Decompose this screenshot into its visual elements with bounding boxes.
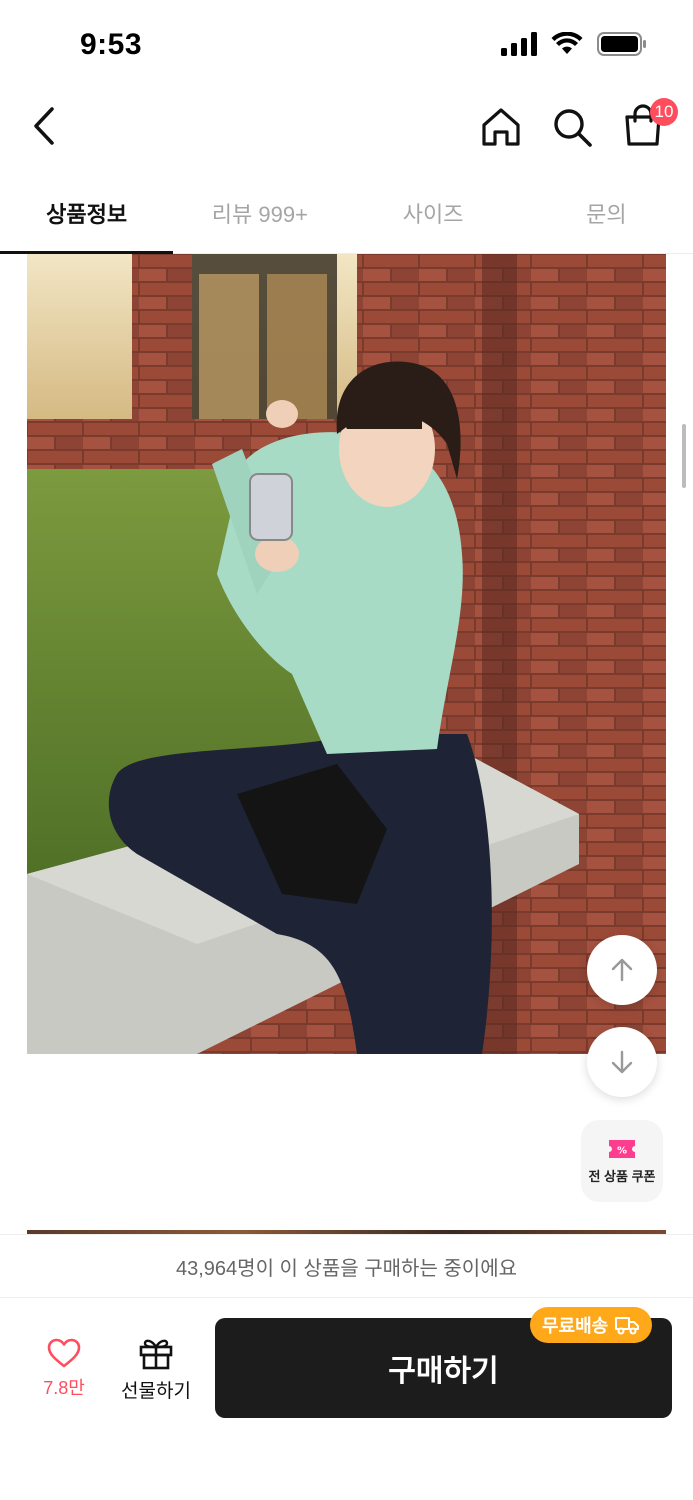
status-bar: 9:53 [0,0,693,90]
heart-icon [47,1338,81,1368]
search-icon [554,109,592,147]
coupon-ticket-icon: % [609,1139,635,1158]
arrow-down-icon [611,1050,633,1074]
all-products-coupon-button[interactable]: % 전 상품 쿠폰 [581,1120,663,1202]
battery-icon [597,32,646,56]
like-button[interactable]: 7.8만 [30,1338,98,1408]
svg-text:%: % [617,1145,627,1156]
tab-size[interactable]: 사이즈 [347,172,520,253]
home-button[interactable] [478,104,524,150]
tab-inquiry[interactable]: 문의 [520,172,693,253]
back-button[interactable] [22,104,66,148]
arrow-up-icon [611,958,633,982]
bottom-action-bar: 7.8만 선물하기 구매하기 무료배송 [0,1298,693,1500]
chevron-left-icon [34,107,54,145]
status-time: 9:53 [80,28,143,61]
delivery-truck-icon [615,1317,640,1335]
wifi-icon [551,32,583,54]
home-icon [482,108,520,146]
top-navigation [0,90,693,170]
free-shipping-badge: 무료배송 [530,1307,653,1343]
gift-label: 선물하기 [121,1381,191,1402]
scroll-to-bottom-button[interactable] [587,1027,657,1097]
free-shipping-label: 무료배송 [542,1316,609,1336]
coupon-label: 전 상품 쿠폰 [588,1168,656,1184]
product-tabs: 상품정보 리뷰 999+ 사이즈 문의 [0,172,693,254]
status-icons [501,32,647,56]
cart-count-badge: 10 [650,98,678,126]
scroll-to-top-button[interactable] [587,935,657,1005]
search-button[interactable] [549,104,595,150]
cellular-signal-icon [501,32,537,56]
tab-product-info[interactable]: 상품정보 [0,172,174,254]
gift-button[interactable]: 선물하기 [116,1336,196,1408]
product-photo-illustration [27,254,666,1054]
scrollbar[interactable] [682,424,686,488]
tab-reviews[interactable]: 리뷰 999+ [173,172,346,253]
like-count: 7.8만 [43,1378,85,1398]
product-photo [27,254,666,1054]
gift-icon [139,1339,173,1370]
buyers-count-text: 43,964명이 이 상품을 구매하는 중이에요 [0,1234,693,1298]
